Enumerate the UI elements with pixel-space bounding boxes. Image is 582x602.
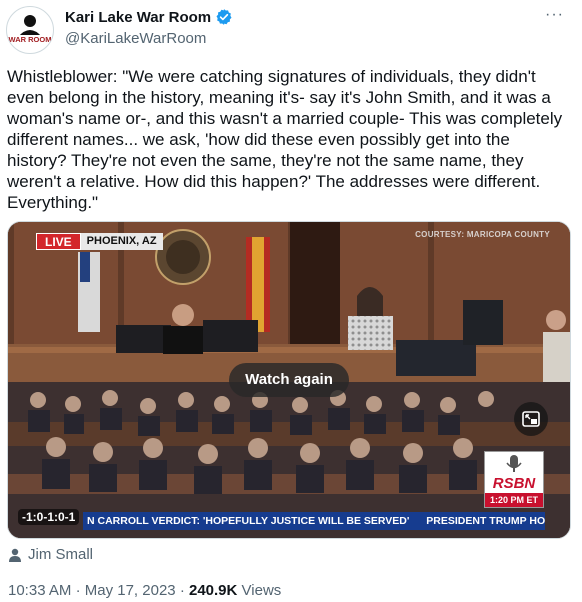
news-ticker: N CARROLL VERDICT: 'HOPEFULLY JUSTICE WI… bbox=[83, 512, 545, 530]
credit-name[interactable]: Jim Small bbox=[28, 546, 93, 563]
live-badge: LIVE PHOENIX, AZ bbox=[36, 233, 163, 250]
author-handle[interactable]: @KariLakeWarRoom bbox=[65, 30, 206, 47]
tweet-header: WAR ROOM Kari Lake War Room @KariLakeWar… bbox=[0, 0, 582, 64]
courtesy-text: COURTESY: MARICOPA COUNTY bbox=[415, 230, 550, 239]
microphone-icon bbox=[506, 455, 522, 472]
live-label: LIVE bbox=[36, 233, 81, 250]
ticker-item: PRESIDENT TRUMP HOLD bbox=[426, 515, 545, 527]
rsbn-logo-text: RSBN bbox=[492, 475, 536, 492]
ticker-item: N CARROLL VERDICT: 'HOPEFULLY JUSTICE WI… bbox=[87, 515, 410, 527]
tweet-meta: 10:33 AM · May 17, 2023 · 240.9K Views bbox=[8, 582, 281, 599]
tweet-time[interactable]: 10:33 AM bbox=[8, 582, 71, 599]
meta-separator: · bbox=[179, 582, 185, 599]
rsbn-logo: RSBN 1:20 PM ET bbox=[484, 451, 544, 508]
tweet-text: Whistleblower: "We were catching signatu… bbox=[7, 67, 567, 212]
rsbn-time: 1:20 PM ET bbox=[485, 493, 543, 507]
verified-badge-icon bbox=[216, 9, 232, 25]
video-timer: -1:0-1:0-1 bbox=[18, 509, 80, 525]
author-name-row[interactable]: Kari Lake War Room bbox=[65, 8, 233, 26]
author-display-name[interactable]: Kari Lake War Room bbox=[65, 9, 211, 26]
avatar-text: WAR ROOM bbox=[9, 35, 52, 44]
media-credit[interactable]: Jim Small bbox=[8, 546, 93, 563]
tweet-date[interactable]: May 17, 2023 bbox=[85, 582, 176, 599]
watch-again-button[interactable]: Watch again bbox=[229, 363, 349, 397]
avatar[interactable]: WAR ROOM bbox=[6, 6, 54, 54]
war-room-logo-icon: WAR ROOM bbox=[8, 8, 52, 52]
video-player[interactable]: LIVE PHOENIX, AZ COURTESY: MARICOPA COUN… bbox=[7, 221, 571, 539]
meta-separator: · bbox=[75, 582, 81, 599]
views-label: Views bbox=[241, 582, 282, 599]
person-icon bbox=[9, 548, 21, 562]
more-options-icon[interactable]: ··· bbox=[545, 6, 564, 24]
views-count[interactable]: 240.9K bbox=[189, 582, 237, 599]
picture-in-picture-icon[interactable] bbox=[514, 402, 548, 436]
live-location: PHOENIX, AZ bbox=[80, 233, 163, 250]
